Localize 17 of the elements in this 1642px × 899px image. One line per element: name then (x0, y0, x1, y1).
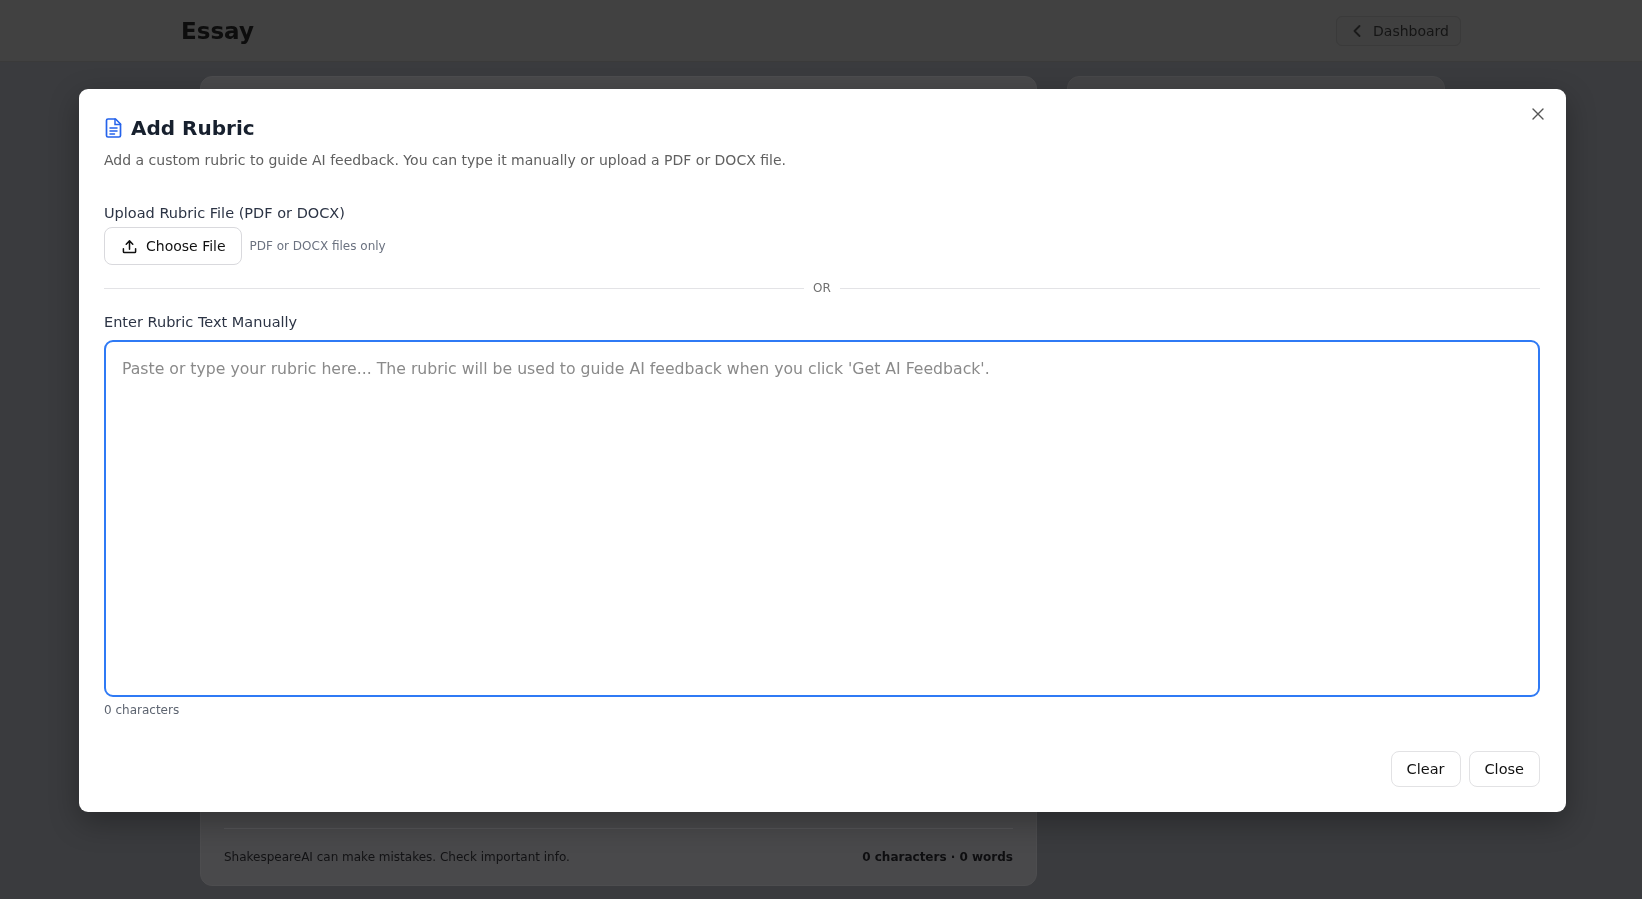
dialog-description: Add a custom rubric to guide AI feedback. You can type it manually or upload a PDF or DOCX file. (104, 151, 787, 170)
close-dialog-button[interactable]: Close (1468, 751, 1540, 787)
upload-label: Upload Rubric File (PDF or DOCX) (104, 204, 346, 223)
upload-icon (122, 238, 137, 254)
clear-button[interactable]: Clear (1390, 751, 1461, 787)
word-count: 0 characters · 0 words (862, 850, 1013, 864)
file-type-hint: PDF or DOCX files only (249, 239, 386, 253)
dialog-title: Add Rubric (131, 116, 255, 140)
character-count: 0 characters (104, 703, 180, 717)
document-icon (105, 118, 122, 138)
close-icon (1532, 108, 1544, 120)
manual-entry-label: Enter Rubric Text Manually (104, 313, 299, 332)
choose-file-button[interactable]: Choose File (104, 227, 242, 265)
close-button[interactable] (1530, 106, 1546, 122)
chevron-left-icon (1353, 24, 1362, 37)
rubric-text-field[interactable]: Paste or type your rubric here... The rubric will be used to guide AI feedback when you click 'Get AI Feedback'. (104, 340, 1540, 697)
or-separator: OR (813, 281, 831, 295)
